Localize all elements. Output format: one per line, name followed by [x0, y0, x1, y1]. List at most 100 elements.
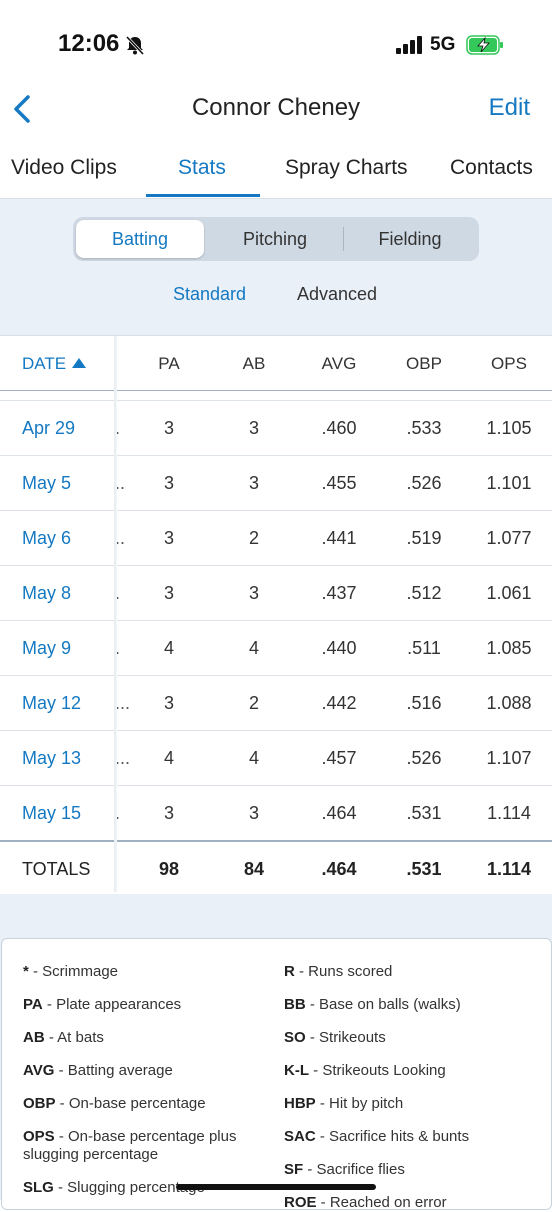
- table-row[interactable]: May 6 .. 3 2 .441 .519 1.077: [0, 511, 552, 566]
- legend-item: AB - At bats: [23, 1029, 104, 1046]
- table-row[interactable]: May 15 . 3 3 .464 .531 1.114: [0, 786, 552, 841]
- tab-contacts[interactable]: Contacts: [450, 156, 533, 180]
- legend-item: AVG - Batting average: [23, 1062, 173, 1079]
- row-date[interactable]: May 13: [22, 748, 112, 769]
- segment-divider: [343, 227, 344, 251]
- row-truncated-cell: ..: [115, 528, 126, 548]
- subtab-advanced[interactable]: Advanced: [297, 284, 377, 305]
- row-avg: .460: [321, 418, 357, 438]
- row-avg: .442: [321, 693, 357, 713]
- row-obp: .512: [406, 583, 442, 603]
- legend-item: SAC - Sacrifice hits & bunts: [284, 1128, 470, 1145]
- row-date[interactable]: May 8: [22, 583, 112, 604]
- table-row[interactable]: May 9 . 4 4 .440 .511 1.085: [0, 621, 552, 676]
- row-truncated-cell: .: [115, 803, 121, 823]
- legend-item: HBP - Hit by pitch: [284, 1095, 404, 1112]
- row-ab: 3: [248, 803, 259, 823]
- row-ops: 1.107: [486, 748, 532, 768]
- row-truncated-cell: ...: [115, 693, 131, 713]
- frozen-column-divider: [114, 336, 117, 892]
- row-avg: .440: [321, 638, 357, 658]
- table-row[interactable]: May 13 ... 4 4 .457 .526 1.107: [0, 731, 552, 786]
- network-type: 5G: [430, 34, 456, 55]
- totals-obp: .531: [406, 859, 442, 879]
- row-ab: 2: [248, 528, 259, 548]
- totals-pa: 98: [158, 859, 180, 879]
- row-obp: .531: [406, 803, 442, 823]
- header-ops[interactable]: OPS: [479, 354, 539, 374]
- row-pa: 3: [163, 583, 174, 603]
- segment-pitching[interactable]: Pitching: [209, 220, 341, 258]
- row-obp: .526: [406, 748, 442, 768]
- row-obp: .533: [406, 418, 442, 438]
- page-title: Connor Cheney: [191, 94, 361, 121]
- row-date[interactable]: May 9: [22, 638, 112, 659]
- row-truncated-cell: ..: [115, 473, 126, 493]
- row-ops: 1.101: [486, 473, 532, 493]
- row-avg: .457: [321, 748, 357, 768]
- row-date[interactable]: May 5: [22, 473, 112, 494]
- header-date-label: DATE: [22, 354, 67, 373]
- legend-item: ROE - Reached on error: [284, 1194, 447, 1211]
- legend-item: OPS - On-base percentage plus slugging p…: [23, 1128, 237, 1163]
- table-row[interactable]: May 12 ... 3 2 .442 .516 1.088: [0, 676, 552, 731]
- battery-charging-icon: [466, 35, 503, 55]
- header-date[interactable]: DATE: [22, 354, 102, 374]
- row-date[interactable]: Apr 29: [22, 418, 112, 439]
- row-ops: 1.077: [486, 528, 532, 548]
- row-truncated-cell: .: [115, 583, 121, 603]
- tab-spray-charts[interactable]: Spray Charts: [285, 156, 408, 180]
- row-truncated-cell: ...: [115, 748, 131, 768]
- row-date[interactable]: May 15: [22, 803, 112, 824]
- row-obp: .516: [406, 693, 442, 713]
- row-ops: 1.085: [486, 638, 532, 658]
- table-body: Apr 29 . 3 3 .460 .533 1.105 May 5 .. 3 …: [0, 400, 552, 841]
- row-ab: 4: [248, 748, 259, 768]
- row-pa: 3: [163, 693, 174, 713]
- stat-type-segmented-control: Batting Pitching Fielding: [73, 217, 479, 261]
- row-ops: 1.114: [487, 803, 531, 823]
- row-truncated-cell: .: [115, 418, 121, 438]
- row-ab: 3: [248, 473, 259, 493]
- row-ab: 3: [248, 418, 259, 438]
- row-date[interactable]: May 6: [22, 528, 112, 549]
- edit-button[interactable]: Edit: [489, 94, 530, 122]
- header-pa[interactable]: PA: [139, 354, 199, 374]
- legend-item: K-L - Strikeouts Looking: [284, 1062, 446, 1079]
- tab-video-clips[interactable]: Video Clips: [11, 156, 117, 180]
- status-time: 12:06: [58, 30, 120, 57]
- subtab-standard[interactable]: Standard: [173, 284, 246, 305]
- row-avg: .464: [321, 803, 357, 823]
- row-date[interactable]: May 12: [22, 693, 112, 714]
- row-ops: 1.088: [486, 693, 532, 713]
- legend-item: SO - Strikeouts: [284, 1029, 386, 1046]
- row-ops: 1.061: [486, 583, 532, 603]
- row-ops: 1.105: [486, 418, 532, 438]
- row-pa: 3: [163, 473, 174, 493]
- home-indicator[interactable]: [176, 1184, 376, 1190]
- totals-ab: 84: [243, 859, 265, 879]
- segment-fielding[interactable]: Fielding: [345, 220, 475, 258]
- header-avg[interactable]: AVG: [309, 354, 369, 374]
- table-row[interactable]: May 5 .. 3 3 .455 .526 1.101: [0, 456, 552, 511]
- tab-stats[interactable]: Stats: [178, 156, 226, 180]
- header-ab[interactable]: AB: [224, 354, 284, 374]
- segment-batting[interactable]: Batting: [76, 220, 204, 258]
- row-pa: 4: [163, 748, 174, 768]
- table-row[interactable]: Apr 29 . 3 3 .460 .533 1.105: [0, 400, 552, 456]
- legend-item: OBP - On-base percentage: [23, 1095, 206, 1112]
- legend-item: * - Scrimmage: [23, 963, 119, 980]
- row-pa: 3: [163, 418, 174, 438]
- row-obp: .511: [407, 638, 441, 658]
- totals-label: TOTALS: [22, 859, 91, 879]
- table-row[interactable]: May 8 . 3 3 .437 .512 1.061: [0, 566, 552, 621]
- row-truncated-cell: .: [115, 638, 121, 658]
- totals-avg: .464: [321, 859, 357, 879]
- totals-ops: 1.114: [486, 859, 532, 879]
- totals-row: TOTALS 98 84 .464 .531 1.114: [0, 840, 552, 897]
- sort-ascending-icon: [72, 358, 87, 368]
- row-obp: .526: [406, 473, 442, 493]
- header-obp[interactable]: OBP: [394, 354, 454, 374]
- legend-item: SF - Sacrifice flies: [284, 1161, 405, 1178]
- row-avg: .455: [321, 473, 357, 493]
